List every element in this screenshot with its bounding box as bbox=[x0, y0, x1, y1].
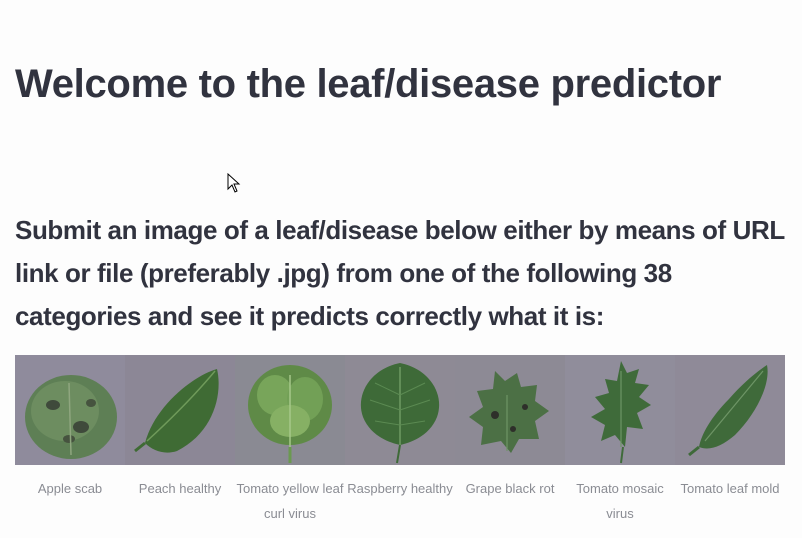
leaf-image-icon bbox=[125, 355, 235, 465]
page-title: Welcome to the leaf/disease predictor bbox=[15, 62, 722, 106]
gallery-caption: Raspberry healthy bbox=[347, 481, 453, 496]
page-subtitle: Submit an image of a leaf/disease below … bbox=[15, 215, 785, 331]
gallery-caption: Peach healthy bbox=[138, 481, 222, 496]
gallery-item-tomato-yellow-leaf-curl-virus: Tomato yellow leaf curl virus bbox=[235, 355, 345, 526]
gallery-item-apple-scab: Apple scab bbox=[15, 355, 125, 526]
gallery-item-grape-black-rot: Grape black rot bbox=[455, 355, 565, 526]
gallery-item-tomato-mosaic-virus: Tomato mosaic virus bbox=[565, 355, 675, 526]
leaf-image-icon bbox=[345, 355, 455, 465]
gallery-caption: Tomato leaf mold bbox=[680, 481, 780, 496]
gallery-item-peach-healthy: Peach healthy bbox=[125, 355, 235, 526]
gallery-caption: Tomato yellow leaf curl virus bbox=[236, 481, 344, 521]
gallery-caption: Grape black rot bbox=[465, 481, 555, 496]
mouse-cursor-icon bbox=[227, 173, 241, 193]
leaf-image-icon bbox=[565, 355, 675, 465]
leaf-image-icon bbox=[235, 355, 345, 465]
gallery-caption: Tomato mosaic virus bbox=[576, 481, 664, 521]
leaf-image-icon bbox=[15, 355, 125, 465]
gallery-item-raspberry-healthy: Raspberry healthy bbox=[345, 355, 455, 526]
leaf-gallery: Apple scab Peach healthy Tomato yellow l… bbox=[15, 355, 785, 526]
gallery-caption: Apple scab bbox=[37, 481, 103, 496]
gallery-item-tomato-leaf-mold: Tomato leaf mold bbox=[675, 355, 785, 526]
leaf-image-icon bbox=[675, 355, 785, 465]
leaf-image-icon bbox=[455, 355, 565, 465]
